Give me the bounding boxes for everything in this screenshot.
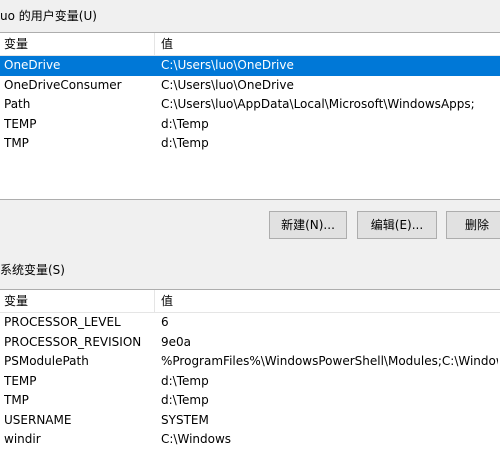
table-row[interactable]: TMP d:\Temp (0, 134, 500, 154)
variable-value: C:\Users\luo\AppData\Local\Microsoft\Win… (161, 97, 475, 111)
edit-user-variable-button[interactable]: 编辑(E)... (357, 211, 437, 239)
variable-name: TEMP (4, 373, 37, 388)
user-variables-label: uo 的用户变量(U) (0, 9, 97, 23)
column-header-value[interactable]: 值 (155, 33, 500, 55)
variable-name: Path (4, 97, 31, 111)
table-row[interactable]: PROCESSOR_REVISION 9e0a (0, 333, 500, 353)
variable-name: PSModulePath (4, 354, 89, 368)
variable-name: USERNAME (4, 412, 72, 427)
table-row[interactable]: windir C:\Windows (0, 430, 500, 450)
table-row[interactable]: Path C:\Users\luo\AppData\Local\Microsof… (0, 95, 500, 115)
system-variables-list[interactable]: 变量 值 PROCESSOR_LEVEL 6 PROCESSOR_REVISIO… (0, 289, 500, 451)
variable-value: C:\Users\luo\OneDrive (161, 77, 294, 92)
variable-value: 9e0a (161, 334, 192, 349)
variable-name: TMP (4, 136, 29, 150)
variable-value: C:\Windows (161, 432, 232, 446)
variable-value: d:\Temp (161, 136, 209, 150)
user-variables-list[interactable]: 变量 值 OneDrive C:\Users\luo\OneDrive OneD… (0, 32, 500, 200)
new-user-variable-button[interactable]: 新建(N)... (269, 211, 347, 239)
table-row[interactable]: OneDrive C:\Users\luo\OneDrive (0, 56, 500, 76)
table-row[interactable]: TMP d:\Temp (0, 391, 500, 411)
variable-value: %ProgramFiles%\WindowsPowerShell\Modules… (161, 354, 498, 368)
variable-name: OneDrive (4, 58, 61, 72)
table-row[interactable]: OneDriveConsumer C:\Users\luo\OneDrive (0, 76, 500, 96)
variable-value: 6 (161, 315, 169, 329)
table-row[interactable]: PSModulePath %ProgramFiles%\WindowsPower… (0, 352, 500, 372)
variable-name: TMP (4, 393, 29, 407)
delete-user-variable-button[interactable]: 删除 (446, 211, 500, 239)
variable-value: d:\Temp (161, 393, 209, 407)
system-list-header: 变量 值 (0, 290, 500, 313)
variable-name: windir (4, 432, 41, 446)
variable-value: d:\Temp (161, 116, 209, 131)
variable-name: PROCESSOR_LEVEL (4, 315, 121, 329)
system-variables-label: 系统变量(S) (0, 263, 65, 277)
variable-value: SYSTEM (161, 412, 209, 427)
variable-name: TEMP (4, 116, 37, 131)
user-list-header: 变量 值 (0, 33, 500, 56)
table-row[interactable]: TEMP d:\Temp (0, 115, 500, 135)
column-header-variable[interactable]: 变量 (0, 33, 155, 55)
variable-name: PROCESSOR_REVISION (4, 334, 142, 349)
table-row[interactable]: PROCESSOR_LEVEL 6 (0, 313, 500, 333)
variable-value: C:\Users\luo\OneDrive (161, 58, 294, 72)
column-header-variable[interactable]: 变量 (0, 290, 155, 312)
variable-value: d:\Temp (161, 373, 209, 388)
column-header-value[interactable]: 值 (155, 290, 500, 312)
table-row[interactable]: USERNAME SYSTEM (0, 411, 500, 431)
variable-name: OneDriveConsumer (4, 77, 122, 92)
table-row[interactable]: TEMP d:\Temp (0, 372, 500, 392)
